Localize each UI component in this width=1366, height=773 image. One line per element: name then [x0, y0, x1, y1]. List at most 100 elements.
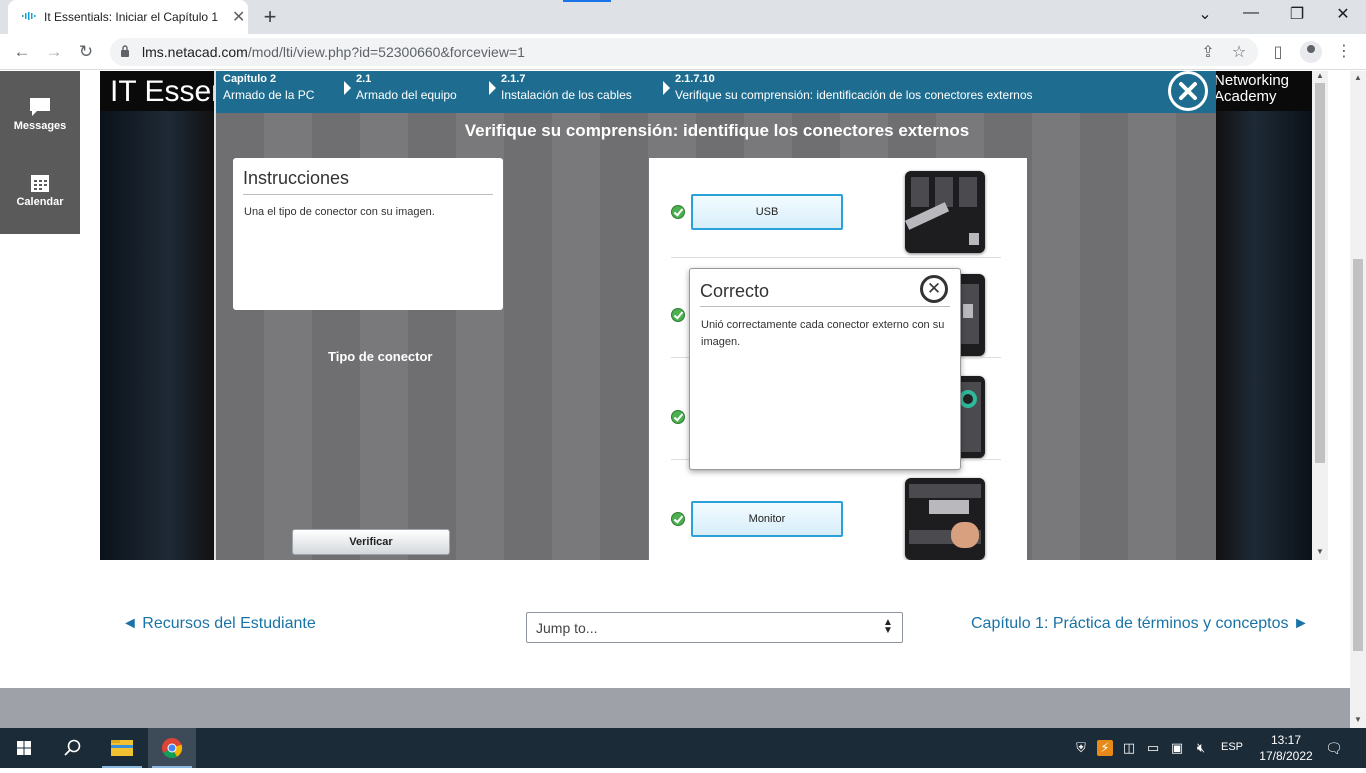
dialog-close-icon[interactable]: ✕ — [920, 275, 948, 303]
breadcrumb-arrow-icon — [489, 81, 496, 95]
camera-icon[interactable]: ◫ — [1121, 740, 1137, 756]
instructions-card: Instrucciones Una el tipo de conector co… — [233, 158, 503, 310]
scroll-down-icon[interactable]: ▼ — [1316, 547, 1324, 556]
side-panel-icon[interactable]: ▯ — [1268, 42, 1288, 62]
connector-type-label: Tipo de conector — [328, 349, 433, 364]
vga-port-image — [905, 478, 985, 560]
page-footer — [0, 688, 1350, 728]
lti-activity-frame: IT Essen Networking Academy Capítulo 2 A… — [100, 71, 1312, 560]
tab-title: It Essentials: Iniciar el Capítulo 1 — [44, 10, 219, 24]
lock-icon — [121, 45, 129, 57]
left-navigation: Messages Calendar — [0, 71, 80, 234]
correct-check-icon — [671, 205, 685, 219]
previous-activity-link[interactable]: ◄ Recursos del Estudiante — [122, 615, 316, 633]
close-window-button[interactable]: ✕ — [1320, 4, 1366, 24]
chat-bubble-icon — [30, 98, 50, 116]
scroll-up-icon[interactable]: ▲ — [1316, 71, 1324, 80]
browser-tab-strip: It Essentials: Iniciar el Capítulo 1 ✕ +… — [0, 0, 1366, 34]
bookmark-star-icon[interactable]: ☆ — [1229, 42, 1249, 62]
notifications-icon[interactable]: 🗨︎ — [1325, 740, 1343, 756]
divider — [243, 194, 493, 195]
chrome-icon — [162, 738, 183, 759]
volume-muted-icon[interactable]: 🔇︎ — [1193, 740, 1209, 756]
logo-line-1: Networking — [1214, 72, 1290, 89]
share-icon[interactable]: ⇪ — [1198, 42, 1218, 62]
jump-to-select[interactable]: Jump to... ▲ ▼ — [526, 612, 903, 643]
clock-date: 17/8/2022 — [1259, 749, 1313, 763]
network-icon[interactable]: ▭ — [1145, 740, 1161, 756]
instructions-text: Una el tipo de conector con su imagen. — [244, 206, 435, 218]
learning-module: Capítulo 2 Armado de la PC 2.1 Armado de… — [214, 71, 1216, 560]
frame-scrollbar-thumb[interactable] — [1315, 83, 1325, 463]
tab-search-chevron-icon[interactable]: ⌄ — [1182, 4, 1228, 24]
back-icon[interactable]: ← — [10, 40, 34, 64]
restore-button[interactable]: ❐ — [1274, 4, 1320, 24]
scrollbar-thumb[interactable] — [1353, 259, 1363, 651]
background-decoration — [100, 111, 214, 560]
jump-to-value: Jump to... — [536, 620, 598, 636]
correct-check-icon — [671, 308, 685, 322]
url-text: lms.netacad.com/mod/lti/view.php?id=5230… — [142, 44, 525, 60]
calendar-icon — [31, 175, 49, 192]
address-bar[interactable]: lms.netacad.com/mod/lti/view.php?id=5230… — [110, 38, 1258, 66]
usb-port-image — [905, 171, 985, 253]
breadcrumb-item[interactable]: 2.1 Armado del equipo — [356, 71, 457, 103]
file-explorer-button[interactable] — [98, 728, 146, 768]
start-button[interactable] — [0, 728, 48, 768]
tab-close-icon[interactable]: ✕ — [232, 7, 245, 27]
nav-calendar-label: Calendar — [16, 196, 64, 208]
close-module-icon[interactable] — [1168, 71, 1208, 111]
minimize-button[interactable]: — — [1228, 4, 1274, 22]
breadcrumb-num: Capítulo 2 — [223, 73, 277, 85]
match-row: Monitor — [671, 462, 1001, 560]
dialog-title: Correcto — [700, 281, 770, 301]
select-arrows-icon: ▲ ▼ — [883, 617, 893, 636]
scroll-up-icon[interactable]: ▲ — [1354, 73, 1362, 82]
search-button[interactable] — [48, 728, 96, 768]
display-icon[interactable]: ▣ — [1169, 740, 1185, 756]
folder-icon — [111, 740, 133, 756]
verify-button[interactable]: Verificar — [292, 529, 450, 555]
match-row: USB — [671, 158, 1001, 258]
windows-taskbar: ⛨ ⚡ ◫ ▭ ▣ 🔇︎ ESP 13:17 17/8/2022 🗨︎ — [0, 728, 1366, 768]
chrome-button[interactable] — [148, 728, 196, 768]
breadcrumb-num: 2.1.7.10 — [675, 73, 715, 85]
input-language[interactable]: ESP — [1221, 741, 1243, 753]
breadcrumb-item[interactable]: 2.1.7 Instalación de los cables — [501, 71, 632, 103]
breadcrumb-num: 2.1 — [356, 73, 372, 85]
browser-toolbar: ← → ↻ lms.netacad.com/mod/lti/view.php?i… — [0, 34, 1366, 70]
new-tab-button[interactable]: + — [258, 4, 282, 30]
breadcrumb-label: Verifique su comprensión: identificación… — [675, 88, 1033, 102]
reload-icon[interactable]: ↻ — [74, 40, 98, 64]
connector-drop-target[interactable]: Monitor — [691, 501, 843, 537]
instructions-heading: Instrucciones — [243, 168, 350, 188]
clock-time: 13:17 — [1270, 733, 1302, 747]
course-title: IT Essen — [110, 75, 228, 108]
correct-check-icon — [671, 410, 685, 424]
breadcrumb-label: Instalación de los cables — [501, 88, 632, 102]
networking-academy-logo: Networking Academy — [1214, 73, 1289, 105]
breadcrumb-arrow-icon — [344, 81, 351, 95]
dialog-body: Unió correctamente cada conector externo… — [701, 319, 945, 348]
app-tray-icon[interactable]: ⚡ — [1097, 740, 1113, 756]
next-activity-link[interactable]: Capítulo 1: Práctica de términos y conce… — [971, 615, 1309, 633]
breadcrumb-item[interactable]: Capítulo 2 Armado de la PC — [223, 71, 314, 103]
frame-scrollbar[interactable]: ▲ ▼ — [1312, 71, 1328, 560]
profile-avatar-icon[interactable] — [1300, 41, 1322, 63]
nav-calendar[interactable]: Calendar — [0, 173, 80, 208]
breadcrumb-num: 2.1.7 — [501, 73, 526, 85]
page-scrollbar[interactable]: ▲ ▼ — [1350, 71, 1366, 728]
connector-drop-target[interactable]: USB — [691, 194, 843, 230]
windows-logo-icon — [17, 741, 31, 755]
scroll-down-icon[interactable]: ▼ — [1354, 715, 1362, 724]
forward-icon[interactable]: → — [42, 40, 66, 64]
breadcrumb-label: Armado de la PC — [223, 88, 315, 102]
nav-messages[interactable]: Messages — [0, 97, 80, 132]
browser-tab[interactable]: It Essentials: Iniciar el Capítulo 1 ✕ — [8, 0, 248, 34]
system-clock[interactable]: 13:17 17/8/2022 — [1256, 732, 1316, 764]
background-decoration-right — [1216, 111, 1312, 560]
feedback-dialog: Correcto ✕ Unió correctamente cada conec… — [689, 268, 961, 470]
page-content: Messages Calendar IT Essen Networking Ac… — [0, 71, 1350, 728]
security-shield-icon[interactable]: ⛨ — [1073, 740, 1089, 756]
browser-menu-icon[interactable]: ⋮ — [1336, 41, 1352, 61]
